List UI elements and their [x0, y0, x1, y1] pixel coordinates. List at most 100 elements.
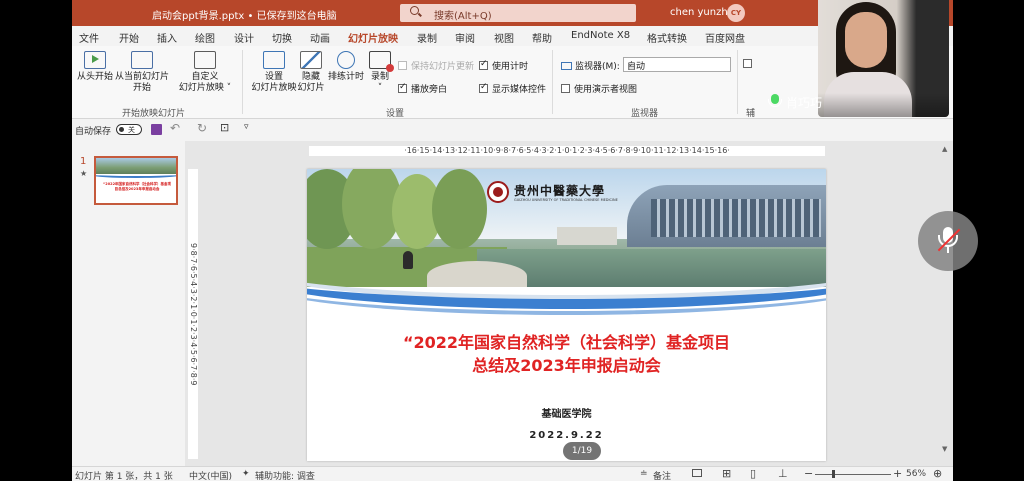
use-timings-checkbox[interactable]: 使用计时	[479, 59, 528, 72]
reading-view-icon[interactable]: ▯	[750, 467, 756, 480]
autosave-label: 自动保存	[75, 127, 112, 137]
undo-button[interactable]: ↶	[170, 121, 180, 135]
university-seal-icon	[487, 181, 509, 203]
slide-show-icon[interactable]: ⊥	[778, 467, 788, 480]
tab-transitions[interactable]: 切换	[272, 30, 292, 45]
tab-animations[interactable]: 动画	[310, 30, 330, 45]
thumbnail-swoosh	[96, 170, 176, 178]
slide-title-line-2: 总结及2023年申报启动会	[472, 356, 661, 375]
tab-file[interactable]: 文件	[79, 30, 99, 45]
tab-view[interactable]: 视图	[494, 30, 514, 45]
pale-blue-swoosh	[307, 245, 826, 315]
scroll-up-icon[interactable]: ▲	[942, 145, 947, 153]
autosave-toggle-state: 关	[128, 126, 135, 134]
group-start-show: 开始放映幻灯片	[122, 109, 186, 119]
zoom-slider-thumb[interactable]	[832, 470, 835, 478]
status-bar: 幻灯片 第 1 张，共 1 张 中文(中国) ✦ 辅助功能: 调查 ≐ 备注 ⊞…	[72, 466, 953, 481]
show-media-label: 显示媒体控件	[492, 85, 547, 95]
group-setup: 设置	[386, 109, 405, 119]
monitor-icon	[561, 62, 572, 70]
tab-design[interactable]: 设计	[234, 30, 254, 45]
accessibility-status[interactable]: 辅助功能: 调查	[255, 469, 315, 481]
normal-view-button[interactable]	[692, 469, 702, 479]
scroll-down-icon[interactable]: ▼	[942, 445, 947, 453]
custom-show-label-1: 自定义	[191, 72, 219, 82]
checkbox-box	[398, 82, 407, 93]
monitor-select[interactable]: 自动 ⌄	[623, 57, 731, 72]
organizer: 基础医学院	[541, 409, 592, 420]
slide-sorter-icon[interactable]: ⊞	[722, 467, 731, 480]
notes-button[interactable]: 备注	[653, 469, 671, 481]
participant-video[interactable]	[818, 0, 949, 117]
vertical-scrollbar[interactable]: ▲ ▼	[941, 145, 951, 463]
video-label-shade	[818, 93, 949, 117]
tab-insert[interactable]: 插入	[157, 30, 177, 45]
autosave-toggle[interactable]: 关	[116, 124, 142, 135]
language-indicator[interactable]: 中文(中国)	[189, 469, 232, 481]
clock-icon	[337, 51, 355, 69]
university-name-en: GUIZHOU UNIVERSITY OF TRADITIONAL CHINES…	[514, 198, 618, 202]
fit-to-window-icon[interactable]: ⊕	[933, 467, 942, 480]
tab-record[interactable]: 录制	[417, 30, 437, 45]
zoom-level[interactable]: 56%	[906, 469, 926, 479]
zoom-in-icon[interactable]: +	[893, 467, 902, 480]
keep-updated-label: 保持幻灯片更新	[411, 62, 475, 72]
tab-help[interactable]: 帮助	[532, 30, 552, 45]
slide-thumbnail[interactable]: “2022年国家自然科学（社会科学）基金项目总结及2023年申报启动会	[94, 156, 178, 205]
zoom-out-icon[interactable]: −	[804, 467, 813, 480]
zoom-slider[interactable]	[815, 474, 891, 475]
user-avatar[interactable]: CY	[727, 4, 745, 22]
from-current-label-1: 从当前幻灯片	[115, 72, 170, 82]
thumbnail-title: “2022年国家自然科学（社会科学）基金项目总结及2023年申报启动会	[102, 182, 172, 191]
setup-label-2: 幻灯片放映	[251, 83, 297, 93]
group-monitors: 监视器	[631, 109, 659, 119]
redo-button[interactable]: ↻	[197, 121, 207, 135]
tab-endnote[interactable]: EndNote X8	[571, 30, 630, 41]
search-placeholder: 搜索(Alt+Q)	[434, 11, 492, 22]
hide-slide-icon	[300, 51, 322, 69]
custom-show-label-2: 幻灯片放映 ˅	[178, 83, 232, 93]
record-button[interactable]: 录制 ˅	[365, 51, 395, 94]
customize-qat-icon[interactable]: ▿	[244, 122, 249, 132]
from-start-label: 从头开始	[76, 72, 113, 82]
checkbox-box	[479, 82, 488, 93]
mute-microphone-button[interactable]	[918, 211, 978, 271]
checkbox-box	[561, 84, 570, 93]
page-indicator: 1/19	[563, 442, 601, 460]
slide-play-icon	[131, 51, 153, 69]
mic-stem	[947, 247, 949, 253]
slide-canvas[interactable]: 贵州中醫藥大學 GUIZHOU UNIVERSITY OF TRADITIONA…	[307, 169, 826, 461]
tab-draw[interactable]: 绘图	[195, 30, 215, 45]
group-captions-partial: 辅	[746, 109, 756, 119]
normal-view-icon	[692, 469, 702, 477]
save-icon	[151, 124, 162, 135]
checkbox-box	[743, 59, 752, 68]
hide-slide-button[interactable]: 隐藏 幻灯片	[291, 51, 331, 94]
save-button[interactable]	[151, 124, 162, 138]
search-icon	[410, 6, 419, 15]
university-name-cn: 贵州中醫藥大學	[514, 184, 606, 198]
rehearse-timings-button[interactable]: 排练计时	[326, 51, 366, 83]
tab-baidu-netdisk[interactable]: 百度网盘	[705, 30, 745, 45]
checkbox-box	[479, 59, 488, 70]
thumbnail-pane: 1 ★ “2022年国家自然科学（社会科学）基金项目总结及2023年申报启动会	[72, 141, 185, 466]
play-narration-checkbox[interactable]: 播放旁白	[398, 82, 447, 95]
quick-access-toolbar: 自动保存 关 ↶ ↻ ⊡ ▿	[72, 119, 953, 141]
presenter-view-checkbox[interactable]: 使用演示者视图	[561, 82, 637, 95]
tab-home[interactable]: 开始	[119, 30, 139, 45]
tab-review[interactable]: 审阅	[455, 30, 475, 45]
present-button[interactable]: ⊡	[220, 121, 229, 134]
from-start-button[interactable]: 从头开始	[75, 51, 115, 83]
search-box[interactable]: 搜索(Alt+Q)	[400, 4, 636, 22]
tab-slide-show[interactable]: 幻灯片放映	[348, 30, 398, 48]
monitor-label-text: 监视器(M):	[575, 62, 620, 72]
play-narration-label: 播放旁白	[411, 85, 448, 95]
custom-show-button[interactable]: 自定义 幻灯片放映 ˅	[175, 51, 235, 94]
show-media-controls-checkbox[interactable]: 显示媒体控件	[479, 82, 546, 95]
tab-format-convert[interactable]: 格式转换	[647, 30, 687, 45]
from-current-button[interactable]: 从当前幻灯片 开始	[115, 51, 169, 94]
user-name[interactable]: chen yunzhi	[670, 7, 730, 18]
captions-checkbox[interactable]	[743, 59, 756, 70]
ribbon-separator	[552, 50, 553, 114]
setup-label-1: 设置	[264, 72, 283, 82]
